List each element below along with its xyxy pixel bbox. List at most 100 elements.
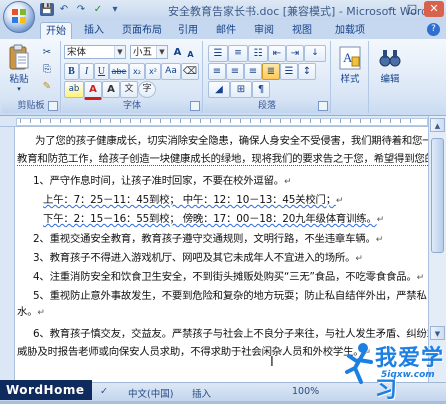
show-marks-icon[interactable]: ¶ — [252, 81, 270, 98]
highlight-button[interactable]: ab — [64, 81, 84, 98]
paragraph-launcher-icon[interactable] — [318, 101, 328, 111]
tab-add-ins[interactable]: 加载项 — [330, 22, 370, 39]
editing-group: 编辑 — [370, 41, 410, 113]
char-shading-button[interactable]: A — [102, 81, 120, 98]
doc-line-6[interactable]: 2、重视交通安全教育，教育孩子遵守交通规则，文明行路，不坐违章车辆。↵ — [33, 230, 424, 245]
status-zoom[interactable]: 100% — [292, 386, 319, 397]
ruler-tick — [110, 119, 111, 123]
redo-icon[interactable]: ↷ — [74, 3, 88, 16]
line-spacing-icon[interactable]: ↕ — [298, 63, 316, 80]
tab-insert[interactable]: 插入 — [80, 22, 108, 39]
shading-icon[interactable]: ◢ — [208, 81, 230, 98]
bold-button[interactable]: B — [64, 63, 79, 80]
scroll-thumb[interactable] — [431, 138, 444, 253]
tab-mailings[interactable]: 邮件 — [212, 22, 240, 39]
align-right-icon[interactable]: ≡ — [244, 63, 262, 80]
chevron-down-icon[interactable]: ▼ — [114, 46, 125, 58]
para-mark-icon: ↵ — [375, 235, 384, 245]
ruler-tick — [310, 119, 311, 123]
doc-line-3[interactable]: 1、严守作息时间，让孩子准时回家，不要在校外逗留。↵ — [33, 172, 424, 187]
tab-references[interactable]: 引用 — [174, 22, 202, 39]
underline-button[interactable]: U — [94, 63, 109, 80]
tab-review[interactable]: 审阅 — [250, 22, 278, 39]
clear-format-icon[interactable]: ⌫ — [181, 63, 199, 80]
font-launcher-icon[interactable] — [190, 101, 200, 111]
doc-line-11[interactable]: 6、教育孩子慎交友，交益友。严禁孩子与社会上不良分子来往，与社人发生矛盾、纠纷或… — [33, 325, 428, 340]
font-size-select[interactable]: 小五 ▼ — [130, 45, 168, 59]
decrease-indent-icon[interactable]: ⇤ — [268, 45, 286, 62]
superscript-button[interactable]: x² — [145, 63, 161, 80]
paragraph-group: ☰ ≡ ☷ ⇤ ⇥ ↓ ≡ ≡ ≡ ≣ ☰ ↕ ◢ ⊞ ¶ 段落 — [204, 41, 331, 113]
sort-icon[interactable]: ↓ — [304, 45, 326, 62]
shrink-font-button[interactable]: A — [184, 46, 197, 63]
doc-line-4[interactable]: 上午：7：25－11：45到校； 中午：12：10－13：45关校门；↵ — [43, 191, 424, 206]
strikethrough-button[interactable]: abe — [109, 63, 129, 80]
subscript-button[interactable]: x₂ — [129, 63, 145, 80]
wordhome-logo: WordHome — [0, 380, 92, 400]
doc-line-9[interactable]: 5、重视防止意外事故发生，不要到危险和复杂的地方玩耍；防止私自结伴外出，严禁私自… — [33, 287, 428, 302]
font-color-button[interactable]: A — [84, 81, 102, 100]
editing-button[interactable]: 编辑 — [374, 45, 406, 85]
doc-line-8[interactable]: 4、注重消防安全和饮食卫生安全，不到街头摊贩处购买“三无”食品，不吃零食食品。↵ — [33, 268, 424, 283]
ruler-tick — [240, 119, 241, 123]
ruler-tick — [50, 119, 51, 123]
distributed-icon[interactable]: ☰ — [280, 63, 298, 80]
ribbon: 粘贴 ▾ ✂ ⎘ ✎ 剪贴板 宋体 ▼ 小五 ▼ A A B I U abe x… — [0, 39, 446, 116]
font-name-select[interactable]: 宋体 ▼ — [64, 45, 126, 59]
chevron-down-icon[interactable]: ▼ — [156, 46, 167, 58]
undo-icon[interactable]: ↶ — [57, 3, 71, 16]
cut-icon[interactable]: ✂ — [38, 44, 56, 61]
doc-line-3-text: 1、严守作息时间，让孩子准时回家，不要在校外逗留。 — [33, 175, 284, 187]
minimize-button[interactable]: – — [380, 1, 400, 17]
horizontal-ruler[interactable] — [0, 116, 446, 127]
status-language[interactable]: 中文(中国) — [128, 386, 173, 400]
format-painter-icon[interactable]: ✎ — [38, 78, 56, 95]
phonetic-guide-button[interactable]: 文 — [120, 81, 138, 98]
styles-button[interactable]: A 样式 — [334, 45, 366, 85]
save-icon[interactable]: 💾 — [40, 3, 54, 16]
ribbon-tabs: 开始 插入 页面布局 引用 邮件 审阅 视图 加载项 ? — [0, 20, 446, 40]
ruler-tick — [260, 119, 261, 123]
font-group: 宋体 ▼ 小五 ▼ A A B I U abe x₂ x² Aa ⌫ ab A … — [62, 41, 203, 113]
multilevel-list-icon[interactable]: ☷ — [248, 45, 268, 62]
numbering-icon[interactable]: ≡ — [228, 45, 248, 62]
vertical-ruler[interactable] — [0, 127, 15, 382]
tab-view[interactable]: 视图 — [288, 22, 316, 39]
ruler-track — [16, 118, 428, 126]
maximize-button[interactable]: □ — [402, 1, 422, 17]
clipboard-group: 粘贴 ▾ ✂ ⎘ ✎ 剪贴板 — [2, 41, 61, 113]
ruler-tick — [70, 119, 71, 123]
styles-icon: A — [339, 46, 361, 70]
para-mark-icon: ↵ — [37, 308, 45, 318]
justify-icon[interactable]: ≣ — [262, 63, 280, 80]
increase-indent-icon[interactable]: ⇥ — [286, 45, 304, 62]
borders-icon[interactable]: ⊞ — [230, 81, 252, 98]
office-button[interactable] — [3, 1, 35, 33]
help-icon[interactable]: ? — [427, 23, 440, 36]
align-left-icon[interactable]: ≡ — [208, 63, 226, 80]
status-spellcheck-icon[interactable]: ✓ — [100, 386, 108, 397]
doc-line-7[interactable]: 3、教育孩子不得进入游戏机厅、网吧及其它未成年人不宜进入的场所。↵ — [33, 249, 424, 264]
doc-line-10[interactable]: 水。↵ — [17, 303, 424, 318]
bullets-icon[interactable]: ☰ — [208, 45, 228, 62]
customize-qat-icon[interactable]: ▾ — [108, 3, 122, 16]
scroll-down-icon[interactable]: ▼ — [430, 326, 445, 340]
copy-icon[interactable]: ⎘ — [38, 61, 56, 78]
grow-font-button[interactable]: A — [170, 44, 185, 61]
styles-label: 样式 — [340, 74, 360, 85]
status-insert-mode[interactable]: 插入 — [192, 386, 211, 400]
paste-button[interactable]: 粘贴 ▾ — [4, 43, 34, 93]
close-button[interactable]: ✕ — [424, 1, 444, 17]
tab-page-layout[interactable]: 页面布局 — [118, 22, 166, 39]
doc-line-2[interactable]: 教育和防范工作，给孩子创造一块健康成长的绿地，现将我们的要求告之于您，希望得到您… — [17, 150, 428, 166]
clipboard-launcher-icon[interactable] — [48, 101, 58, 111]
tab-home[interactable]: 开始 — [40, 22, 72, 40]
doc-line-5[interactable]: 下午：2：15－16：55到校； 傍晚：17：00－18：20九年级体育训练。↵ — [43, 210, 424, 225]
doc-line-1[interactable]: 为了您的孩子健康成长，切实消除安全隐患，确保人身安全不受侵害，我们期待着和您一起… — [35, 132, 428, 147]
change-case-button[interactable]: Aa — [161, 63, 181, 80]
scroll-up-icon[interactable]: ▲ — [430, 118, 445, 132]
italic-button[interactable]: I — [79, 63, 94, 80]
spellcheck-icon[interactable]: ✓ — [91, 3, 105, 16]
align-center-icon[interactable]: ≡ — [226, 63, 244, 80]
enclose-char-button[interactable]: 字 — [138, 81, 156, 98]
